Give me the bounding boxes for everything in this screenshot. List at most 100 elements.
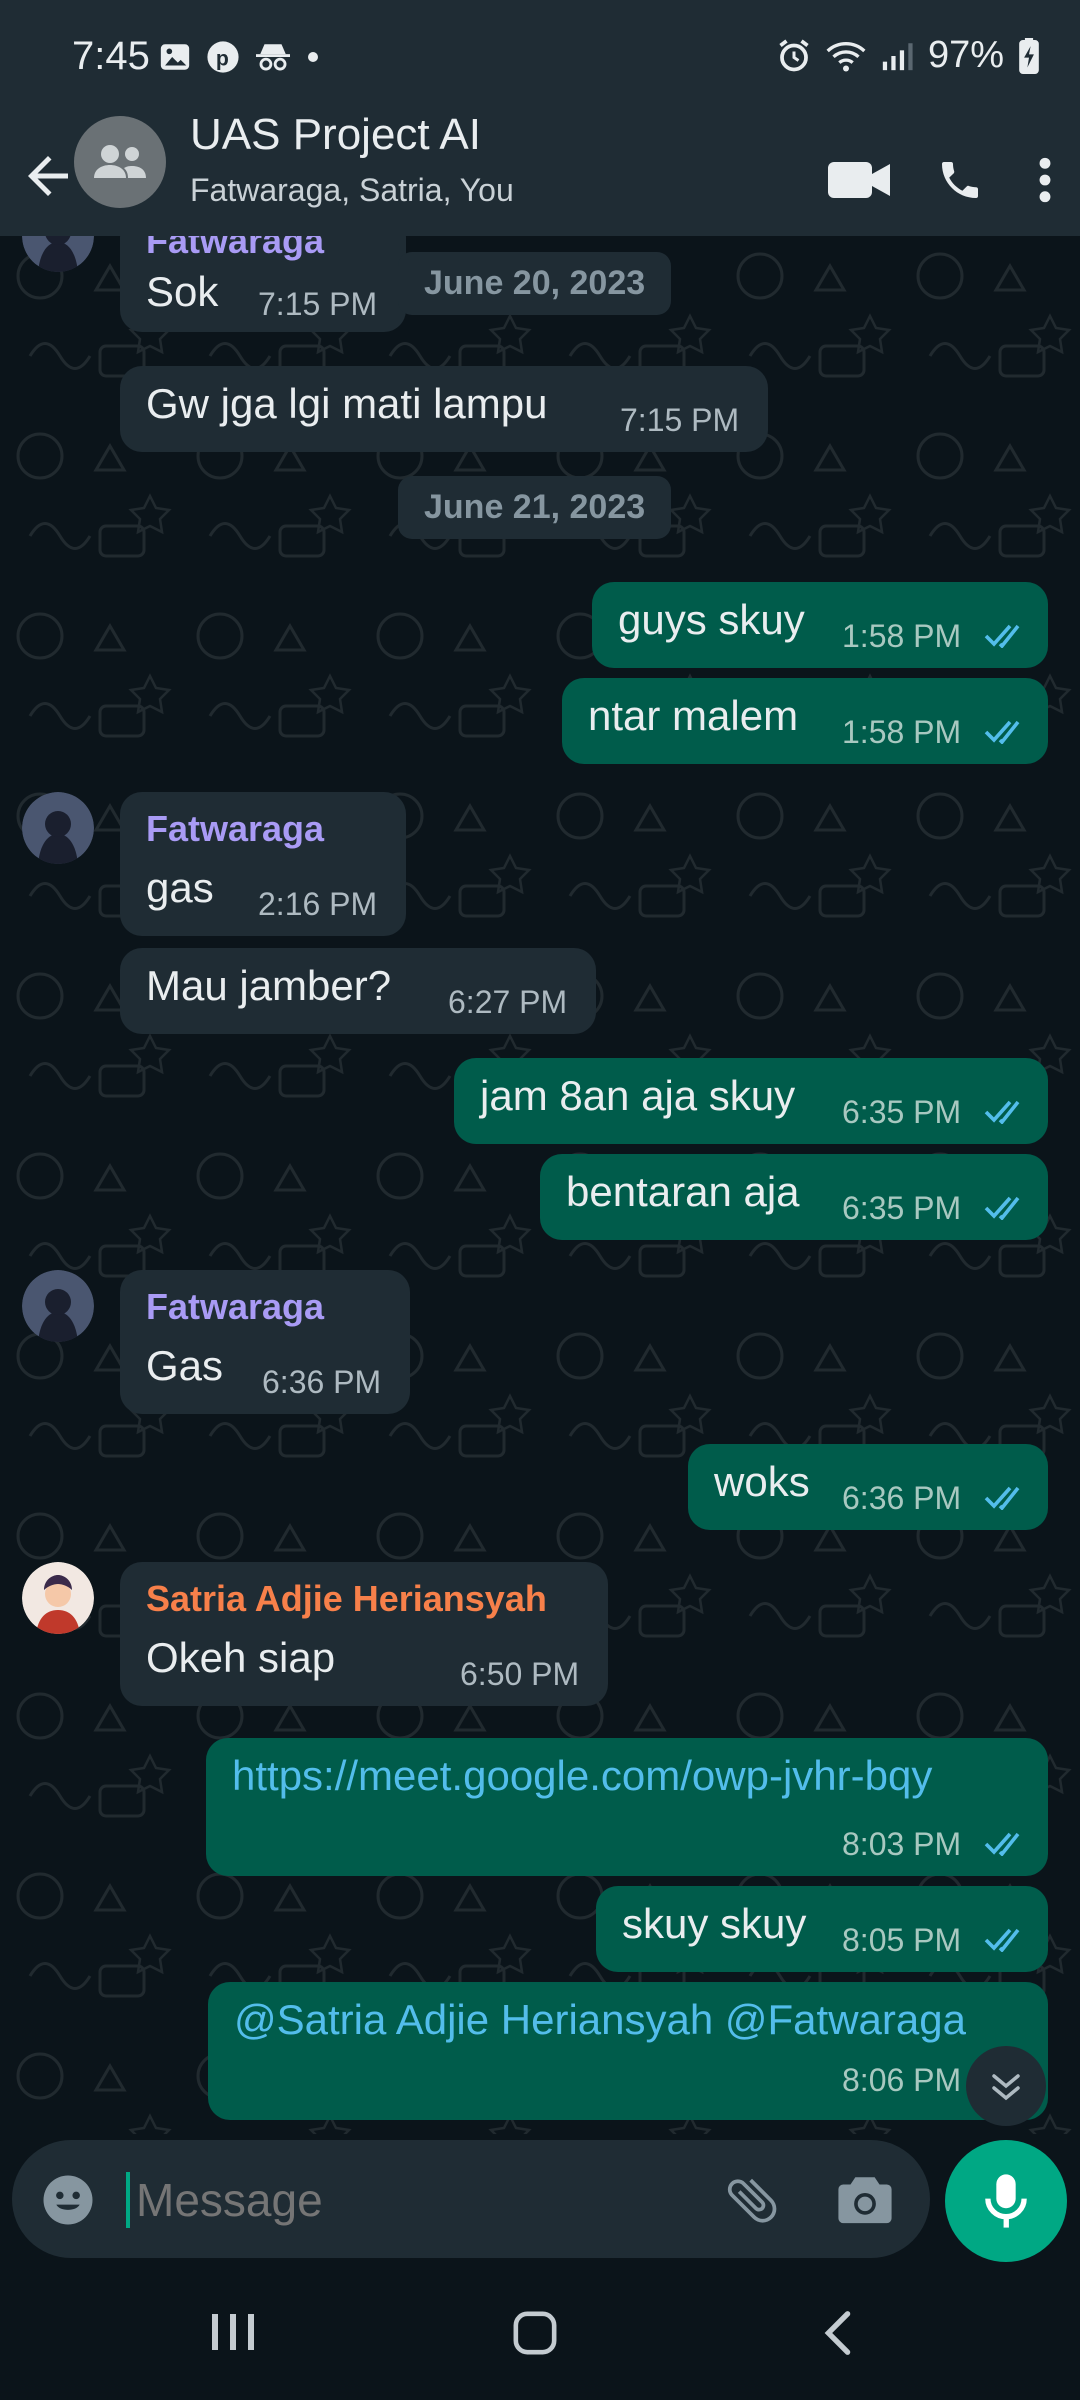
double-check-icon <box>984 624 1020 648</box>
date-separator: June 21, 2023 <box>398 476 672 539</box>
message-time: 1:58 PM <box>842 618 962 654</box>
message-text: gas <box>146 864 214 911</box>
message-bubble-outgoing[interactable]: https://meet.google.com/owp-jvhr-bqy 8:0… <box>206 1738 1048 1876</box>
message-bubble-incoming[interactable]: Gw jga lgi mati lampu 7:15 PM <box>120 366 768 452</box>
back-arrow-icon[interactable] <box>18 146 78 206</box>
group-avatar-icon[interactable] <box>74 116 166 208</box>
message-bubble-incoming[interactable]: Fatwaraga gas 2:16 PM <box>120 792 406 936</box>
phone-icon <box>942 162 978 198</box>
message-time: 6:35 PM <box>842 1190 962 1226</box>
message-text: Gas <box>146 1342 224 1389</box>
emoji-icon[interactable] <box>40 2172 96 2228</box>
message-time: 8:06 PM <box>842 2062 962 2098</box>
camera-icon[interactable] <box>836 2172 894 2226</box>
more-vert-icon <box>1039 157 1051 203</box>
status-bar: 7:45 p 97% <box>0 0 1080 120</box>
status-time: 7:45 <box>72 34 150 78</box>
mic-icon <box>985 2174 1027 2228</box>
message-list[interactable]: Fatwaraga Sok 7:15 PM June 20, 2023 Gw j… <box>0 236 1080 2134</box>
home-icon[interactable] <box>512 2310 558 2356</box>
message-bubble-outgoing[interactable]: @Satria Adjie Heriansyah @Fatwaraga 8:06… <box>208 1982 1048 2120</box>
battery-percent: 97% <box>927 34 1004 76</box>
avatar-satria[interactable] <box>22 1562 94 1634</box>
message-bubble-outgoing[interactable]: ntar malem 1:58 PM <box>562 678 1048 764</box>
message-time: 8:03 PM <box>842 1826 962 1862</box>
avatar-image <box>22 1562 94 1634</box>
message-text: woks <box>714 1458 810 1505</box>
message-bubble-outgoing[interactable]: skuy skuy 8:05 PM <box>596 1886 1048 1972</box>
status-system-icons: 97% <box>776 34 1040 77</box>
avatar-fatwaraga[interactable] <box>22 792 94 864</box>
recent-apps-icon[interactable] <box>210 2312 256 2352</box>
chat-participants[interactable]: Fatwaraga, Satria, You <box>190 172 514 209</box>
message-link[interactable]: https://meet.google.com/owp-jvhr-bqy <box>232 1752 932 1800</box>
header-actions <box>810 130 1080 230</box>
message-text: Sok <box>146 268 219 315</box>
message-time: 1:58 PM <box>842 714 962 750</box>
back-nav-icon[interactable] <box>820 2310 856 2356</box>
message-input[interactable] <box>134 2164 698 2236</box>
message-bubble-incoming[interactable]: Fatwaraga Gas 6:36 PM <box>120 1270 410 1414</box>
message-sender: Satria Adjie Heriansyah <box>146 1578 547 1619</box>
message-time: 2:16 PM <box>258 886 378 922</box>
message-text: Gw jga lgi mati lampu <box>146 380 548 427</box>
double-check-icon <box>984 1486 1020 1510</box>
message-bubble-incoming[interactable]: Satria Adjie Heriansyah Okeh siap 6:50 P… <box>120 1562 608 1706</box>
message-sender: Fatwaraga <box>146 1286 325 1327</box>
text-cursor <box>126 2172 130 2228</box>
message-text: Mau jamber? <box>146 962 392 1009</box>
message-bubble-incoming[interactable]: Mau jamber? 6:27 PM <box>120 948 596 1034</box>
gallery-icon <box>160 44 190 70</box>
video-call-icon <box>828 162 890 198</box>
signal-icon <box>882 42 913 70</box>
avatar-image <box>22 792 94 864</box>
avatar-fatwaraga[interactable] <box>22 1270 94 1342</box>
attach-icon[interactable] <box>722 2170 782 2230</box>
message-text: Okeh siap <box>146 1634 336 1681</box>
message-sender: Fatwaraga <box>146 236 325 261</box>
message-text: jam 8an aja skuy <box>480 1072 796 1119</box>
message-time: 7:15 PM <box>258 286 378 322</box>
message-mentions[interactable]: @Satria Adjie Heriansyah @Fatwaraga <box>234 1996 966 2044</box>
message-bubble-outgoing[interactable]: bentaran aja 6:35 PM <box>540 1154 1048 1240</box>
message-time: 6:35 PM <box>842 1094 962 1130</box>
double-check-icon <box>984 1100 1020 1124</box>
message-time: 6:36 PM <box>842 1480 962 1516</box>
message-time: 6:27 PM <box>448 984 568 1020</box>
date-separator: June 20, 2023 <box>398 252 672 315</box>
message-time: 6:50 PM <box>460 1656 580 1692</box>
pinterest-icon: p <box>207 41 239 73</box>
dot-icon <box>308 52 318 62</box>
message-bubble-outgoing[interactable]: jam 8an aja skuy 6:35 PM <box>454 1058 1048 1144</box>
message-composer <box>12 2140 930 2258</box>
double-check-icon <box>984 1832 1020 1856</box>
message-bubble-outgoing[interactable]: woks 6:36 PM <box>688 1444 1048 1530</box>
message-text: guys skuy <box>618 596 805 643</box>
voice-call-button[interactable] <box>910 156 1010 204</box>
message-time: 6:36 PM <box>262 1364 382 1400</box>
chevron-down-icon <box>992 2074 1020 2101</box>
message-time: 8:05 PM <box>842 1922 962 1958</box>
battery-icon <box>1019 37 1039 74</box>
message-bubble-outgoing[interactable]: guys skuy 1:58 PM <box>592 582 1048 668</box>
double-check-icon <box>984 720 1020 744</box>
message-sender: Fatwaraga <box>146 808 325 849</box>
message-text: bentaran aja <box>566 1168 800 1215</box>
double-check-icon <box>984 1928 1020 1952</box>
message-time: 7:15 PM <box>620 402 740 438</box>
scroll-to-bottom-button[interactable] <box>966 2046 1046 2126</box>
message-bubble-incoming[interactable]: Fatwaraga Sok 7:15 PM <box>120 236 406 332</box>
chat-title[interactable]: UAS Project AI <box>190 110 481 160</box>
voice-record-button[interactable] <box>945 2140 1067 2262</box>
avatar-image <box>22 1270 94 1342</box>
status-notification-icons: p <box>158 40 320 74</box>
message-text: skuy skuy <box>622 1900 807 1947</box>
more-options-button[interactable] <box>1010 157 1080 203</box>
wifi-icon <box>826 41 866 71</box>
system-navigation-bar <box>0 2270 1080 2400</box>
video-call-button[interactable] <box>810 158 910 202</box>
incognito-icon <box>256 44 290 71</box>
svg-text:p: p <box>216 47 229 71</box>
double-check-icon <box>984 1196 1020 1220</box>
alarm-icon <box>779 39 809 71</box>
